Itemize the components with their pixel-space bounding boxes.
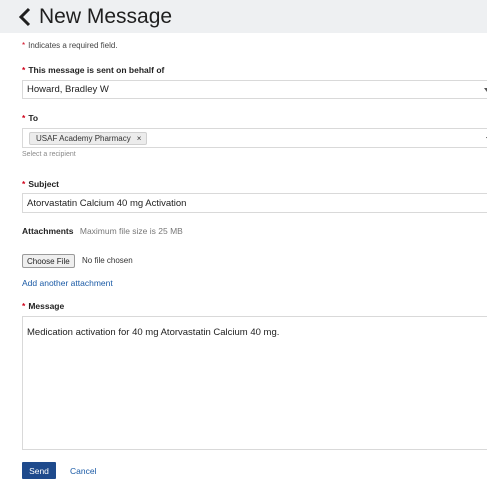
subject-label: * Subject	[22, 179, 59, 189]
required-note-text: Indicates a required field.	[28, 41, 118, 50]
send-button[interactable]: Send	[22, 462, 56, 479]
message-value: Medication activation for 40 mg Atorvast…	[27, 327, 280, 338]
subject-value: Atorvastatin Calcium 40 mg Activation	[27, 197, 187, 209]
page-title: New Message	[39, 4, 173, 28]
to-label-text: To	[28, 113, 39, 123]
chevron-left-icon[interactable]	[18, 7, 32, 27]
on-behalf-select[interactable]: Howard, Bradley W	[22, 80, 487, 99]
required-marker: *	[22, 179, 26, 189]
message-label-text: Message	[28, 301, 65, 311]
add-attachment-link[interactable]: Add another attachment	[22, 278, 113, 288]
recipient-chip-label: USAF Academy Pharmacy	[36, 134, 131, 143]
required-marker: *	[22, 65, 26, 75]
recipient-select[interactable]: USAF Academy Pharmacy ×	[22, 128, 487, 148]
to-label: * To	[22, 113, 38, 123]
recipient-chip: USAF Academy Pharmacy ×	[29, 132, 148, 145]
close-icon[interactable]: ×	[137, 134, 142, 143]
subject-input[interactable]: Atorvastatin Calcium 40 mg Activation	[22, 193, 487, 213]
message-label: * Message	[22, 301, 64, 311]
attachments-label: Attachments	[22, 226, 74, 236]
page-header: New Message	[0, 0, 487, 33]
on-behalf-value: Howard, Bradley W	[27, 84, 109, 95]
on-behalf-label: * This message is sent on behalf of	[22, 65, 164, 75]
required-marker: *	[22, 113, 26, 123]
cancel-link[interactable]: Cancel	[70, 466, 96, 476]
file-status-text: No file chosen	[82, 256, 133, 265]
attachments-row: Attachments Maximum file size is 25 MB	[22, 226, 183, 236]
required-marker: *	[22, 41, 26, 50]
recipient-helper-text: Select a recipient	[22, 151, 76, 158]
choose-file-button[interactable]: Choose File	[22, 254, 75, 268]
on-behalf-label-text: This message is sent on behalf of	[28, 65, 165, 75]
subject-label-text: Subject	[28, 179, 60, 189]
attachments-size-note: Maximum file size is 25 MB	[79, 226, 183, 236]
required-marker: *	[22, 301, 26, 311]
required-note: * Indicates a required field.	[22, 41, 118, 50]
message-textarea[interactable]: Medication activation for 40 mg Atorvast…	[22, 316, 487, 450]
